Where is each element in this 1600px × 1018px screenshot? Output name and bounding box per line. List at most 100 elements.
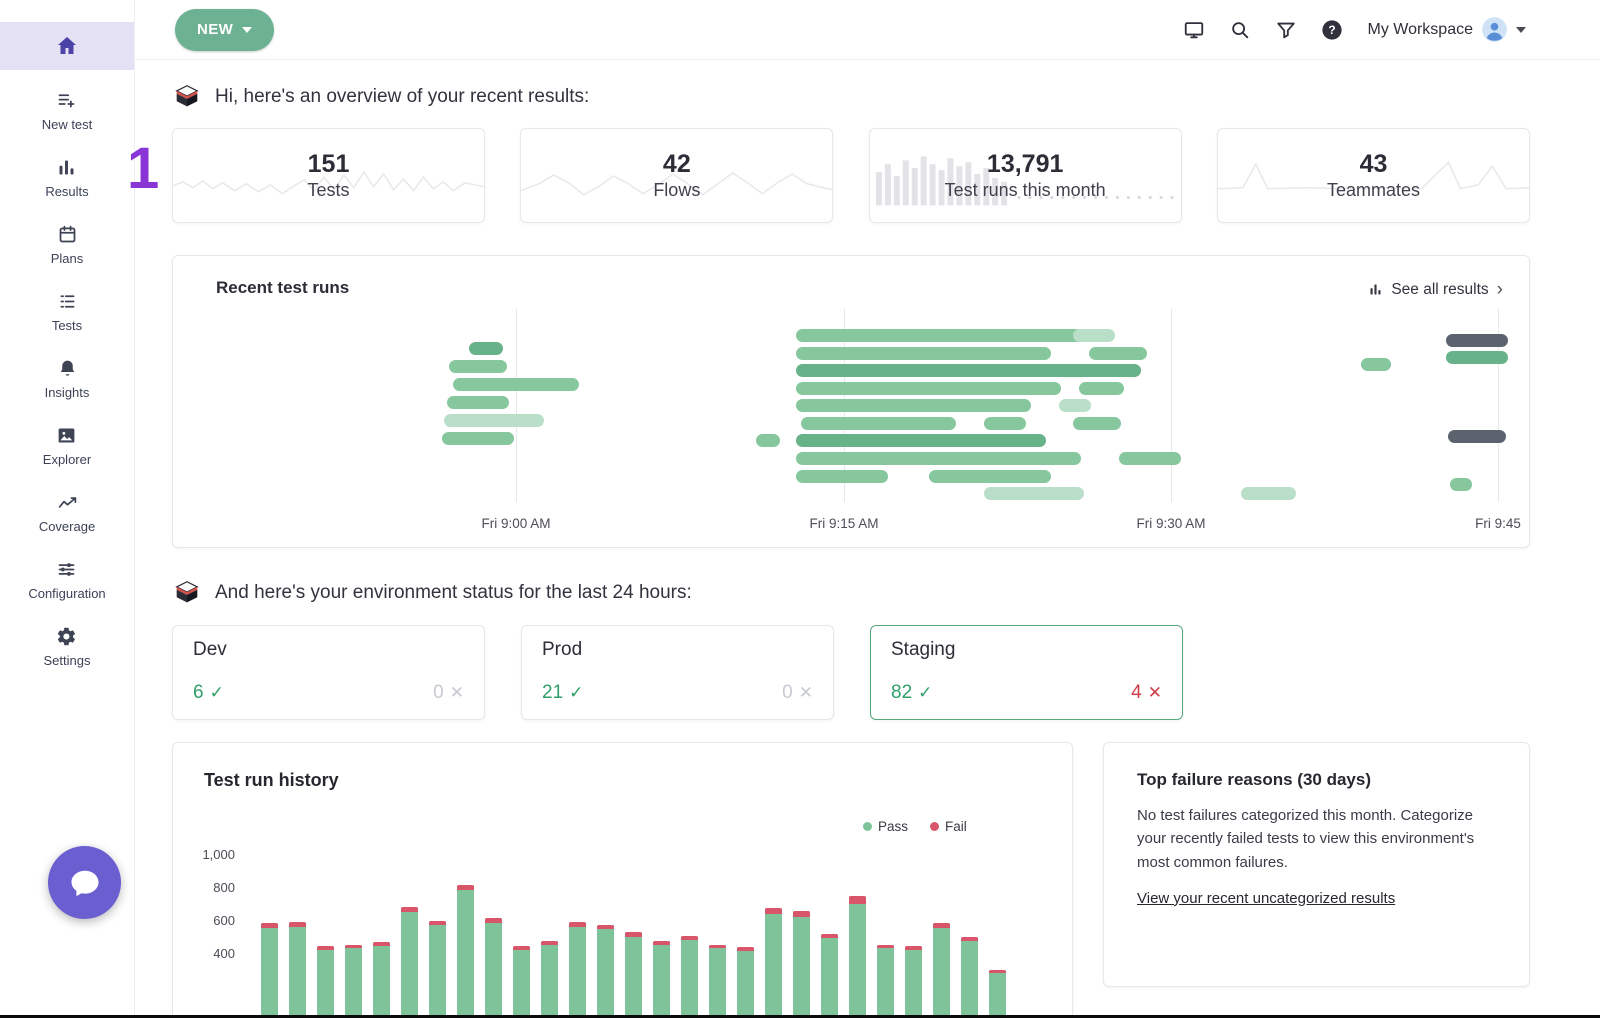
history-bar[interactable]: [289, 922, 306, 1018]
history-bar[interactable]: [989, 970, 1006, 1018]
history-bar[interactable]: [457, 885, 474, 1018]
history-bar-fail-segment: [317, 946, 334, 949]
environment-row: Dev6✓0✕ Prod21✓0✕ Staging82✓4✕: [172, 625, 1530, 720]
settings-icon: [56, 626, 77, 647]
test-run-bar[interactable]: [1079, 382, 1124, 395]
history-bar[interactable]: [849, 896, 866, 1018]
sidebar-item-results[interactable]: Results: [45, 157, 88, 199]
chat-launcher[interactable]: [48, 846, 121, 919]
history-bar[interactable]: [793, 911, 810, 1018]
test-run-bar[interactable]: [453, 378, 579, 391]
test-run-bar[interactable]: [1446, 351, 1508, 364]
gantt-gridline: [1171, 308, 1172, 502]
test-run-bar[interactable]: [1089, 347, 1147, 360]
help-icon[interactable]: ?: [1321, 19, 1343, 41]
test-run-bar[interactable]: [796, 364, 1141, 377]
test-run-bar[interactable]: [1361, 358, 1391, 371]
history-bar[interactable]: [905, 946, 922, 1018]
test-run-bar[interactable]: [796, 382, 1061, 395]
stat-card-flows[interactable]: 42Flows: [520, 128, 833, 223]
test-run-bar[interactable]: [1073, 417, 1121, 430]
sidebar-item-new-test[interactable]: New test: [42, 90, 93, 132]
history-bar[interactable]: [317, 946, 334, 1018]
test-run-bar[interactable]: [801, 417, 956, 430]
test-run-bar[interactable]: [796, 470, 888, 483]
history-bar[interactable]: [569, 922, 586, 1018]
sidebar-item-home[interactable]: [0, 22, 134, 70]
sidebar-item-insights[interactable]: Insights: [45, 358, 90, 400]
test-run-bar[interactable]: [796, 452, 1081, 465]
test-run-bar[interactable]: [1446, 334, 1508, 347]
history-bar[interactable]: [625, 932, 642, 1018]
sidebar-item-plans[interactable]: Plans: [51, 224, 84, 266]
test-run-bar[interactable]: [1241, 487, 1296, 500]
results-icon: [56, 157, 77, 178]
test-run-bar[interactable]: [444, 414, 544, 427]
stat-card-test-runs-this-month[interactable]: 13,791Test runs this month: [869, 128, 1182, 223]
history-bar[interactable]: [261, 923, 278, 1018]
sidebar-item-coverage[interactable]: Coverage: [39, 492, 95, 534]
sidebar-item-label: Tests: [52, 318, 82, 333]
history-bar[interactable]: [737, 947, 754, 1018]
sidebar-item-label: New test: [42, 117, 93, 132]
history-bar[interactable]: [877, 945, 894, 1018]
test-run-bar[interactable]: [929, 470, 1051, 483]
history-bar[interactable]: [597, 925, 614, 1018]
stat-card-tests[interactable]: 151Tests: [172, 128, 485, 223]
test-run-bar[interactable]: [984, 487, 1084, 500]
test-run-bar[interactable]: [756, 434, 780, 447]
chat-icon: [67, 865, 103, 901]
history-bar[interactable]: [681, 936, 698, 1018]
test-run-bar[interactable]: [447, 396, 509, 409]
test-run-bar[interactable]: [796, 399, 1031, 412]
test-run-bar[interactable]: [1450, 478, 1472, 491]
workspace-menu[interactable]: My Workspace: [1367, 16, 1526, 43]
monitor-icon[interactable]: [1183, 19, 1205, 41]
env-card-dev[interactable]: Dev6✓0✕: [172, 625, 485, 720]
uncategorized-results-link[interactable]: View your recent uncategorized results: [1137, 890, 1395, 907]
filter-icon[interactable]: [1275, 19, 1297, 41]
test-run-bar[interactable]: [1073, 329, 1115, 342]
search-icon[interactable]: [1229, 19, 1251, 41]
test-run-bar[interactable]: [984, 417, 1026, 430]
check-icon: ✓: [210, 683, 224, 702]
history-bar[interactable]: [401, 907, 418, 1018]
history-bar[interactable]: [373, 942, 390, 1018]
test-run-bar[interactable]: [1059, 399, 1091, 412]
history-bar-fail-segment: [933, 923, 950, 928]
legend-fail: Fail: [930, 819, 967, 834]
test-run-bar[interactable]: [796, 434, 1046, 447]
sidebar-item-explorer[interactable]: Explorer: [43, 425, 91, 467]
history-bar[interactable]: [345, 945, 362, 1018]
new-button[interactable]: NEW: [175, 9, 274, 51]
test-run-bar[interactable]: [796, 329, 1101, 342]
explorer-icon: [56, 425, 77, 446]
history-bar[interactable]: [485, 918, 502, 1018]
history-bar[interactable]: [709, 945, 726, 1018]
history-bar[interactable]: [961, 937, 978, 1018]
history-bar[interactable]: [933, 923, 950, 1018]
history-bar-fail-segment: [373, 942, 390, 946]
configuration-icon: [56, 559, 77, 580]
test-run-bar[interactable]: [998, 347, 1026, 360]
history-bar-fail-segment: [653, 941, 670, 944]
history-bar[interactable]: [765, 908, 782, 1018]
history-bar-fail-segment: [709, 945, 726, 948]
history-bar[interactable]: [821, 934, 838, 1018]
sidebar-item-settings[interactable]: Settings: [44, 626, 91, 668]
stat-card-teammates[interactable]: 43Teammates: [1217, 128, 1530, 223]
history-bar[interactable]: [653, 941, 670, 1018]
test-run-bar[interactable]: [469, 342, 503, 355]
history-bar[interactable]: [541, 941, 558, 1018]
test-run-bar[interactable]: [1119, 452, 1181, 465]
top-failures-card: Top failure reasons (30 days) No test fa…: [1103, 742, 1530, 987]
test-run-bar[interactable]: [442, 432, 514, 445]
test-run-bar[interactable]: [449, 360, 507, 373]
env-card-prod[interactable]: Prod21✓0✕: [521, 625, 834, 720]
test-run-bar[interactable]: [1448, 430, 1506, 443]
sidebar-item-tests[interactable]: Tests: [52, 291, 82, 333]
env-card-staging[interactable]: Staging82✓4✕: [870, 625, 1183, 720]
sidebar-item-configuration[interactable]: Configuration: [28, 559, 105, 601]
history-bar[interactable]: [429, 921, 446, 1018]
history-bar[interactable]: [513, 946, 530, 1018]
